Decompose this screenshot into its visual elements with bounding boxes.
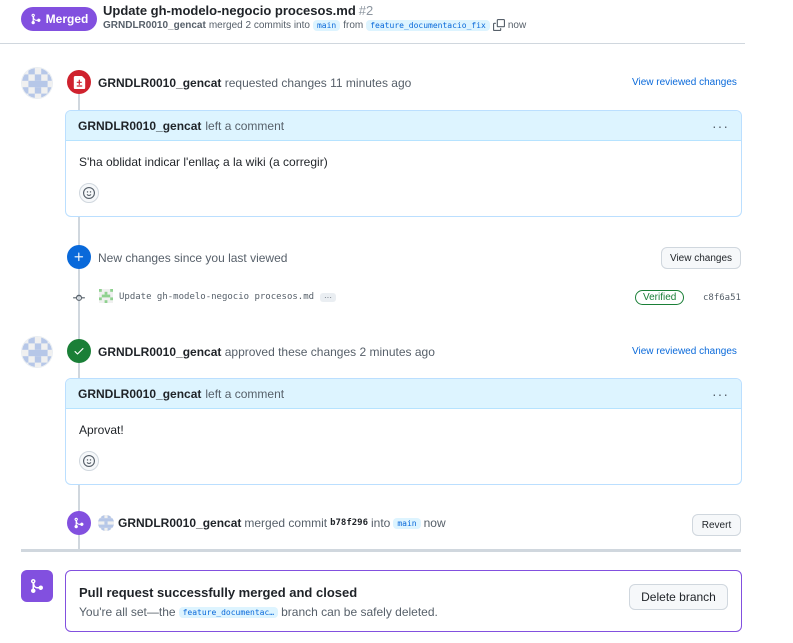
pr-subtitle: GRNDLR0010_gencat merged 2 commits into … <box>103 19 526 31</box>
comment-action: left a comment <box>205 118 285 133</box>
verified-badge[interactable]: Verified <box>635 290 685 305</box>
avatar[interactable] <box>21 67 53 99</box>
comment-author[interactable]: GRNDLR0010_gencat <box>78 119 201 133</box>
add-reaction-button[interactable] <box>79 183 99 203</box>
merge-icon <box>74 517 84 529</box>
pr-title: Update gh-modelo-negocio procesos.md #2 <box>103 3 373 18</box>
pr-number: #2 <box>358 3 374 18</box>
view-reviewed-changes-link[interactable]: View reviewed changes <box>632 346 737 357</box>
identicon-icon <box>22 337 52 367</box>
merged-time: now <box>507 19 527 31</box>
merged-state-icon <box>21 570 53 602</box>
merge-into-text: into <box>371 516 391 530</box>
identicon-icon <box>22 68 52 98</box>
merged-status-badge: Merged <box>21 7 97 31</box>
new-changes-text: New changes since you last viewed <box>98 251 288 265</box>
merge-commit-sha[interactable]: b78f296 <box>330 518 368 528</box>
merge-event-icon <box>67 511 91 535</box>
revert-button[interactable]: Revert <box>692 514 741 536</box>
comment-header: GRNDLR0010_gencat left a comment ··· <box>66 379 741 409</box>
avatar[interactable] <box>21 336 53 368</box>
review-action: requested changes 11 minutes ago <box>224 76 412 90</box>
deletable-branch-chip[interactable]: feature_documentac… <box>178 606 279 618</box>
view-reviewed-changes-link[interactable]: View reviewed changes <box>632 77 737 88</box>
base-branch-chip[interactable]: main <box>312 19 341 31</box>
comment-header: GRNDLR0010_gencat left a comment ··· <box>66 111 741 141</box>
from-text: from <box>343 19 364 31</box>
timeline-end-divider <box>21 549 741 552</box>
add-reaction-button[interactable] <box>79 451 99 471</box>
merge-time: now <box>423 516 446 530</box>
review-event-text: GRNDLR0010_gencat approved these changes… <box>98 345 435 359</box>
comment-text: Aprovat! <box>79 423 124 437</box>
commit-author-avatar[interactable] <box>99 289 113 303</box>
merge-icon <box>30 579 43 594</box>
comment-menu-icon[interactable]: ··· <box>712 118 729 134</box>
merge-event-text: GRNDLR0010_gencat merged commit b78f296 … <box>118 516 446 530</box>
changes-requested-icon <box>67 70 91 94</box>
approved-icon <box>67 339 91 363</box>
review-comment: GRNDLR0010_gencat left a comment ··· Apr… <box>65 378 742 485</box>
commit-expand-button[interactable]: ··· <box>320 293 336 302</box>
copy-icon[interactable] <box>492 19 505 31</box>
commit-node-icon <box>73 292 85 307</box>
merge-icon <box>31 13 41 25</box>
review-comment: GRNDLR0010_gencat left a comment ··· S'h… <box>65 110 742 217</box>
smiley-icon <box>83 455 95 467</box>
header-divider <box>0 43 745 44</box>
commit-message[interactable]: Update gh-modelo-negocio procesos.md <box>119 292 314 302</box>
comment-action: left a comment <box>205 386 285 401</box>
comment-body: S'ha oblidat indicar l'enllaç a la wiki … <box>66 141 741 203</box>
plus-icon <box>74 252 84 262</box>
review-event-text: GRNDLR0010_gencat requested changes 11 m… <box>98 76 411 90</box>
delete-branch-button[interactable]: Delete branch <box>629 584 728 610</box>
comment-menu-icon[interactable]: ··· <box>712 386 729 402</box>
merge-branch-chip[interactable]: main <box>393 517 421 529</box>
identicon-icon <box>98 515 114 531</box>
view-changes-button[interactable]: View changes <box>661 247 741 269</box>
merged-sub-post: branch can be safely deleted. <box>281 605 438 619</box>
merged-title: Pull request successfully merged and clo… <box>79 585 358 600</box>
comment-body: Aprovat! <box>66 409 741 471</box>
check-icon <box>74 348 84 355</box>
merger-avatar[interactable] <box>98 515 114 531</box>
merge-author[interactable]: GRNDLR0010_gencat <box>118 516 241 530</box>
new-changes-icon <box>67 245 91 269</box>
merged-text: merged 2 commits into <box>208 19 310 31</box>
pr-title-text: Update gh-modelo-negocio procesos.md <box>103 3 356 18</box>
merge-text: merged commit <box>244 516 328 530</box>
review-author[interactable]: GRNDLR0010_gencat <box>98 345 221 359</box>
smiley-icon <box>83 187 95 199</box>
review-author[interactable]: GRNDLR0010_gencat <box>98 76 221 90</box>
pr-author[interactable]: GRNDLR0010_gencat <box>103 20 206 31</box>
merged-sub-pre: You're all set—the <box>79 605 176 619</box>
merged-label: Merged <box>45 12 89 26</box>
head-branch-chip[interactable]: feature_documentacio_fix <box>366 19 490 31</box>
commit-sha[interactable]: c8f6a51 <box>703 293 741 303</box>
comment-text: S'ha oblidat indicar l'enllaç a la wiki … <box>79 155 328 169</box>
review-action: approved these changes 2 minutes ago <box>224 345 435 359</box>
merged-subtitle: You're all set—the feature_documentac… b… <box>79 605 438 619</box>
identicon-icon <box>99 289 113 303</box>
comment-author[interactable]: GRNDLR0010_gencat <box>78 387 201 401</box>
